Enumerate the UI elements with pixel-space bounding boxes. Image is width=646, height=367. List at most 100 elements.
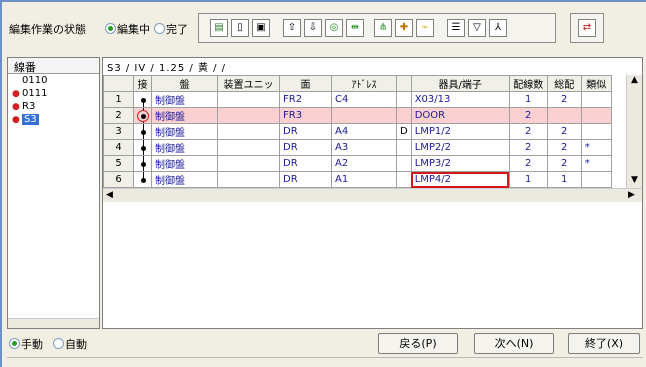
- list-item-selected[interactable]: ● S3: [8, 113, 99, 126]
- radio-manual[interactable]: 手動: [9, 336, 43, 352]
- cell-count[interactable]: 2: [508, 155, 548, 172]
- cell-addr[interactable]: [331, 107, 397, 124]
- cell-dev[interactable]: DOOR: [410, 107, 510, 124]
- cell-no[interactable]: 4: [103, 139, 134, 156]
- wand-icon[interactable]: ⌁: [416, 19, 434, 37]
- table-row[interactable]: 1 制御盤 FR2 C4 X03/13 1 2: [103, 91, 612, 108]
- cell-dev[interactable]: LMP2/2: [410, 139, 510, 156]
- cell-addr[interactable]: A4: [331, 123, 397, 140]
- cell-dev[interactable]: LMP4/2: [410, 171, 510, 188]
- cell-ban[interactable]: 制御盤: [151, 171, 218, 188]
- table-row[interactable]: 3 制御盤 DR A4 D LMP1/2 2 2: [103, 123, 612, 140]
- column-header[interactable]: 接: [133, 75, 152, 92]
- cell-sim[interactable]: *: [580, 155, 612, 172]
- connection-icon[interactable]: [133, 91, 152, 108]
- cell-ban[interactable]: 制御盤: [151, 139, 218, 156]
- cell-no[interactable]: 5: [103, 155, 134, 172]
- column-header[interactable]: 総配: [546, 75, 582, 92]
- cell-face[interactable]: FR2: [279, 91, 332, 108]
- cell-sim[interactable]: [580, 123, 612, 140]
- cell-dev[interactable]: LMP3/2: [410, 155, 510, 172]
- column-header[interactable]: [103, 75, 134, 92]
- table-row[interactable]: 4 制御盤 DR A3 LMP2/2 2 2 *: [103, 139, 612, 156]
- cell-total[interactable]: 2: [546, 91, 582, 108]
- cell-unit[interactable]: [217, 171, 280, 188]
- column-header[interactable]: ｱﾄﾞﾚｽ: [331, 75, 397, 92]
- scroll-left-icon[interactable]: ◀: [106, 190, 113, 200]
- column-header[interactable]: 盤: [151, 75, 218, 92]
- cell-unit[interactable]: [217, 139, 280, 156]
- list-item[interactable]: ● 0111: [8, 87, 99, 100]
- column-header[interactable]: 器具/端子: [410, 75, 510, 92]
- table-row[interactable]: 2 制御盤 FR3 DOOR 2: [103, 107, 612, 124]
- cell-addr[interactable]: A2: [331, 155, 397, 172]
- end-button[interactable]: 終了(X): [568, 333, 640, 354]
- cell-no[interactable]: 2: [103, 107, 134, 124]
- connection-icon[interactable]: [133, 107, 152, 124]
- cell-face[interactable]: DR: [279, 155, 332, 172]
- cell-addr[interactable]: A3: [331, 139, 397, 156]
- cell-count[interactable]: 2: [508, 123, 548, 140]
- cell-d[interactable]: [396, 91, 412, 108]
- merge-icon[interactable]: ⅄: [489, 19, 507, 37]
- cell-total[interactable]: [546, 107, 582, 124]
- cell-unit[interactable]: [217, 107, 280, 124]
- wire-number-list[interactable]: 線番 0110 ● 0111 ● R3 ● S3: [7, 57, 100, 329]
- connection-icon[interactable]: [133, 155, 152, 172]
- column-header[interactable]: [396, 75, 412, 92]
- next-button[interactable]: 次へ(N): [474, 333, 554, 354]
- cell-sim[interactable]: *: [580, 139, 612, 156]
- column-header[interactable]: 配線数: [508, 75, 548, 92]
- cell-d[interactable]: [396, 171, 412, 188]
- target-icon[interactable]: ◎: [325, 19, 343, 37]
- cell-ban[interactable]: 制御盤: [151, 107, 218, 124]
- list-item[interactable]: 0110: [8, 74, 99, 87]
- cell-addr[interactable]: A1: [331, 171, 397, 188]
- cell-total[interactable]: 1: [546, 171, 582, 188]
- cell-total[interactable]: 2: [546, 139, 582, 156]
- list-icon[interactable]: ☰: [447, 19, 465, 37]
- back-button[interactable]: 戻る(P): [378, 333, 458, 354]
- cell-d[interactable]: [396, 107, 412, 124]
- grid-hscrollbar[interactable]: ◀ ▶: [103, 188, 642, 202]
- down-arrow-icon[interactable]: ⇩: [304, 19, 322, 37]
- branch-icon[interactable]: ⋔: [374, 19, 392, 37]
- cell-face[interactable]: DR: [279, 123, 332, 140]
- radio-done[interactable]: 完了: [154, 21, 188, 37]
- cross-icon[interactable]: ✚: [395, 19, 413, 37]
- cell-sim[interactable]: [580, 91, 612, 108]
- cell-no[interactable]: 6: [103, 171, 134, 188]
- cell-dev[interactable]: X03/13: [410, 91, 510, 108]
- scroll-right-icon[interactable]: ▶: [628, 190, 635, 200]
- connection-icon[interactable]: [133, 171, 152, 188]
- table-row[interactable]: 6 制御盤 DR A1 LMP4/2 1 1: [103, 171, 612, 188]
- cell-d[interactable]: [396, 155, 412, 172]
- column-header[interactable]: 類似: [580, 75, 612, 92]
- cell-d[interactable]: [396, 139, 412, 156]
- scroll-down-icon[interactable]: ▼: [631, 175, 638, 185]
- cell-count[interactable]: 2: [508, 139, 548, 156]
- up-arrow-icon[interactable]: ⇧: [283, 19, 301, 37]
- save-icon[interactable]: ▣: [252, 19, 270, 37]
- column-header[interactable]: 装置ユニッ: [217, 75, 280, 92]
- filter-icon[interactable]: ▽: [468, 19, 486, 37]
- radio-auto[interactable]: 自動: [53, 336, 87, 352]
- cell-face[interactable]: FR3: [279, 107, 332, 124]
- cell-unit[interactable]: [217, 91, 280, 108]
- page-icon[interactable]: ▤: [210, 19, 228, 37]
- cell-no[interactable]: 3: [103, 123, 134, 140]
- grid-vscrollbar[interactable]: ▲ ▼: [626, 75, 642, 188]
- scroll-up-icon[interactable]: ▲: [631, 75, 638, 85]
- cell-unit[interactable]: [217, 155, 280, 172]
- cell-face[interactable]: DR: [279, 171, 332, 188]
- cell-sim[interactable]: [580, 107, 612, 124]
- swap-icon[interactable]: ⇄: [578, 19, 596, 37]
- cell-unit[interactable]: [217, 123, 280, 140]
- column-header[interactable]: 面: [279, 75, 332, 92]
- wiring-table[interactable]: 接盤装置ユニッ面ｱﾄﾞﾚｽ 器具/端子 配線数 総配 類似 1 制御盤 FR2 C4 X03/1…: [103, 75, 612, 188]
- connection-icon[interactable]: [133, 123, 152, 140]
- cell-d[interactable]: D: [396, 123, 412, 140]
- cell-total[interactable]: 2: [546, 155, 582, 172]
- list-item[interactable]: ● R3: [8, 100, 99, 113]
- cell-ban[interactable]: 制御盤: [151, 91, 218, 108]
